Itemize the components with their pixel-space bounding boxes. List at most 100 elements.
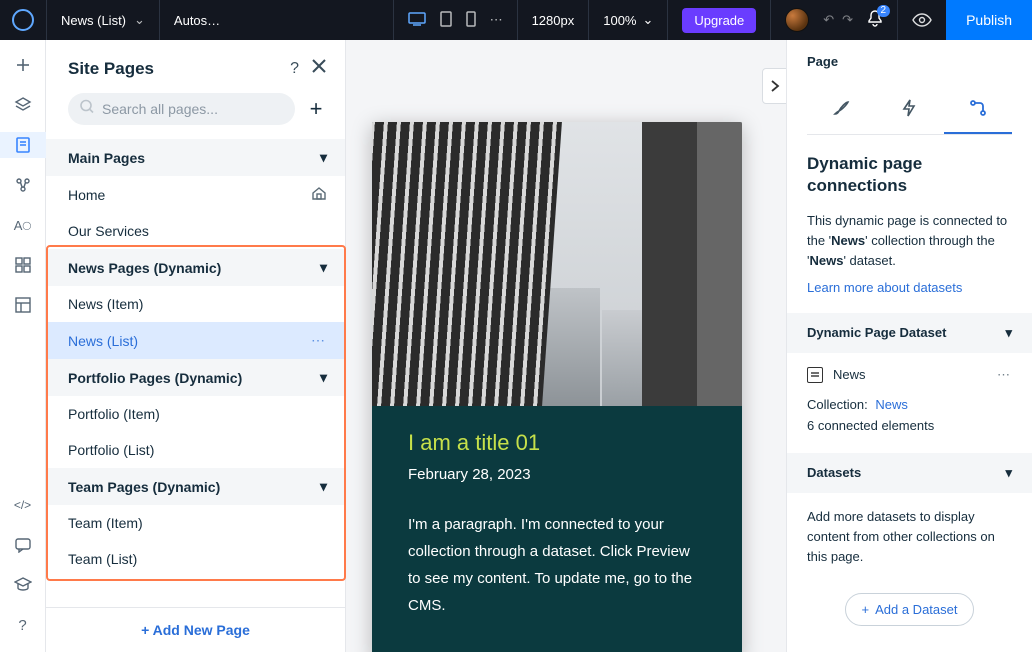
collection-link[interactable]: News bbox=[875, 397, 908, 412]
pages-group-header[interactable]: Portfolio Pages (Dynamic)▾ bbox=[46, 359, 345, 396]
theme-icon[interactable]: A◯ bbox=[0, 212, 46, 238]
page-item[interactable]: Our Services bbox=[46, 213, 345, 249]
page-item-label: Team (Item) bbox=[68, 515, 143, 531]
tablet-icon[interactable] bbox=[440, 11, 452, 30]
inspector-context-label: Page bbox=[807, 54, 1012, 69]
chevron-down-icon: ▾ bbox=[320, 149, 327, 166]
pages-icon[interactable] bbox=[0, 132, 46, 158]
undo-icon[interactable]: ↶ bbox=[823, 12, 834, 28]
left-rail: A◯ </> ? bbox=[0, 40, 46, 652]
notifications-button[interactable]: 2 bbox=[867, 10, 883, 31]
viewport-size[interactable]: 1280px bbox=[517, 0, 589, 40]
chevron-down-icon: ▾ bbox=[320, 259, 327, 276]
page-item[interactable]: Portfolio (Item) bbox=[46, 396, 345, 432]
dataset-name: News bbox=[833, 367, 866, 382]
close-icon[interactable] bbox=[311, 58, 327, 79]
chevron-down-icon: ▾ bbox=[320, 478, 327, 495]
preview-button[interactable] bbox=[897, 0, 946, 40]
search-input[interactable] bbox=[68, 93, 295, 125]
card-title: I am a title 01 bbox=[408, 430, 706, 456]
chevron-down-icon: ▾ bbox=[1005, 325, 1012, 341]
connection-icon bbox=[969, 99, 987, 117]
pages-group-header[interactable]: News Pages (Dynamic)▾ bbox=[46, 249, 345, 286]
tab-connections[interactable] bbox=[944, 87, 1012, 134]
expand-canvas-button[interactable] bbox=[762, 68, 786, 104]
dev-mode-icon[interactable]: </> bbox=[0, 492, 46, 518]
page-item-more-icon[interactable]: ⋯ bbox=[311, 332, 327, 349]
chevron-right-icon bbox=[770, 79, 780, 93]
eye-icon bbox=[912, 13, 932, 27]
dataset-icon bbox=[807, 367, 823, 383]
redo-icon[interactable]: ↷ bbox=[842, 12, 853, 28]
page-item-label: Home bbox=[68, 187, 105, 203]
topbar-right: ↶ ↷ 2 bbox=[770, 0, 897, 40]
dataset-row[interactable]: News ⋯ bbox=[807, 367, 1012, 383]
publish-button[interactable]: Publish bbox=[946, 0, 1032, 40]
learn-icon[interactable] bbox=[0, 572, 46, 598]
zoom-level[interactable]: 100% ⌄ bbox=[588, 0, 667, 40]
help-icon[interactable]: ? bbox=[0, 612, 46, 638]
inspector-tabs bbox=[807, 87, 1012, 135]
inspector-description: This dynamic page is connected to the 'N… bbox=[807, 211, 1012, 271]
page-item-label: Portfolio (List) bbox=[68, 442, 154, 458]
chevron-down-icon: ⌄ bbox=[134, 12, 145, 28]
dataset-more-icon[interactable]: ⋯ bbox=[997, 367, 1012, 383]
cms-icon[interactable] bbox=[0, 292, 46, 318]
more-devices-icon[interactable]: ⋯ bbox=[490, 12, 503, 28]
page-item-label: Team (List) bbox=[68, 551, 137, 567]
comments-icon[interactable] bbox=[0, 532, 46, 558]
inspector-heading: Dynamic page connections bbox=[807, 153, 1012, 197]
app-market-icon[interactable] bbox=[0, 252, 46, 278]
page-item[interactable]: Home bbox=[46, 176, 345, 213]
sections-icon[interactable] bbox=[0, 172, 46, 198]
page-dropdown-label: News (List) bbox=[61, 13, 126, 28]
learn-more-link[interactable]: Learn more about datasets bbox=[807, 280, 962, 295]
page-item[interactable]: News (Item) bbox=[46, 286, 345, 322]
card-date: February 28, 2023 bbox=[408, 466, 706, 483]
autosave-label: Autos… bbox=[174, 13, 274, 28]
tab-design[interactable] bbox=[807, 87, 875, 134]
page-item[interactable]: Team (Item) bbox=[46, 505, 345, 541]
search-icon bbox=[80, 100, 94, 119]
chevron-down-icon: ⌄ bbox=[642, 12, 653, 28]
preview-card: I am a title 01 February 28, 2023 I'm a … bbox=[372, 122, 742, 652]
add-dataset-button[interactable]: + Add a Dataset bbox=[845, 593, 975, 626]
card-text: I'm a paragraph. I'm connected to your c… bbox=[408, 511, 706, 619]
plus-icon: + bbox=[862, 602, 870, 617]
autosave-status[interactable]: Autos… bbox=[159, 0, 288, 40]
add-new-page-button[interactable]: + Add New Page bbox=[46, 607, 345, 652]
device-switcher: ⋯ bbox=[393, 0, 517, 40]
upgrade-segment: Upgrade bbox=[667, 0, 770, 40]
desktop-icon[interactable] bbox=[408, 12, 426, 29]
add-page-icon[interactable]: + bbox=[305, 96, 327, 122]
canvas-stage[interactable]: I am a title 01 February 28, 2023 I'm a … bbox=[346, 40, 786, 652]
pages-group-header[interactable]: Main Pages▾ bbox=[46, 139, 345, 176]
upgrade-button[interactable]: Upgrade bbox=[682, 8, 756, 33]
panel-help-icon[interactable]: ? bbox=[290, 60, 299, 78]
page-item[interactable]: News (List) ⋯ bbox=[46, 322, 345, 359]
site-pages-panel: Site Pages ? + Main Pages▾ Home Our Servic… bbox=[46, 40, 346, 652]
pages-group-header[interactable]: Team Pages (Dynamic)▾ bbox=[46, 468, 345, 505]
page-item[interactable]: Team (List) bbox=[46, 541, 345, 577]
dynamic-page-dataset-header[interactable]: Dynamic Page Dataset ▾ bbox=[787, 313, 1032, 353]
page-dropdown[interactable]: News (List) ⌄ bbox=[46, 0, 159, 40]
home-icon bbox=[311, 186, 327, 203]
tab-interactions[interactable] bbox=[875, 87, 943, 134]
lightning-icon bbox=[901, 99, 917, 117]
page-item-label: News (List) bbox=[68, 333, 138, 349]
page-item-label: Portfolio (Item) bbox=[68, 406, 160, 422]
panel-title: Site Pages bbox=[68, 59, 290, 79]
mobile-icon[interactable] bbox=[466, 11, 476, 30]
page-item-label: Our Services bbox=[68, 223, 149, 239]
top-bar: News (List) ⌄ Autos… ⋯ 1280px 100% ⌄ Upg… bbox=[0, 0, 1032, 40]
brush-icon bbox=[832, 99, 850, 117]
page-item[interactable]: Portfolio (List) bbox=[46, 432, 345, 468]
add-element-icon[interactable] bbox=[0, 52, 46, 78]
datasets-header[interactable]: Datasets ▾ bbox=[787, 453, 1032, 493]
datasets-help-text: Add more datasets to display content fro… bbox=[807, 507, 1012, 567]
chevron-down-icon: ▾ bbox=[320, 369, 327, 386]
avatar[interactable] bbox=[785, 8, 809, 32]
layers-icon[interactable] bbox=[0, 92, 46, 118]
pages-list: Main Pages▾ Home Our Services News Pages (D… bbox=[46, 139, 345, 607]
wix-logo[interactable] bbox=[0, 0, 46, 40]
